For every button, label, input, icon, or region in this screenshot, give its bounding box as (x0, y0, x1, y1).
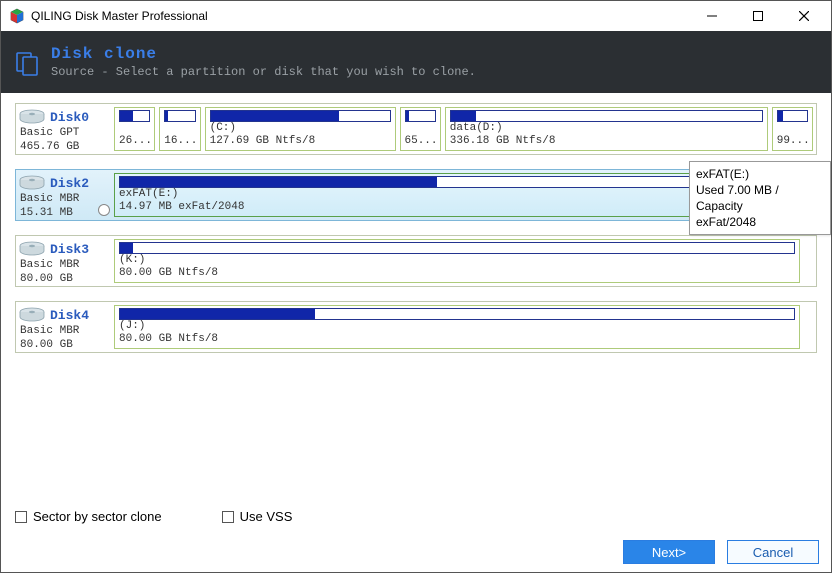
use-vss-label: Use VSS (240, 509, 293, 524)
partition-tooltip: exFAT(E:) Used 7.00 MB / Capacity exFat/… (689, 161, 831, 235)
use-vss-checkbox[interactable]: Use VSS (222, 509, 293, 524)
maximize-button[interactable] (735, 2, 781, 30)
disk-name: Disk3 (50, 242, 89, 257)
partition-label: (J:) (119, 320, 795, 333)
disk-list: Disk0Basic GPT465.76 GB 26... 16... (C:)127… (1, 93, 831, 493)
disk-row[interactable]: Disk4Basic MBR80.00 GB(J:)80.00 GB Ntfs/… (15, 301, 817, 353)
button-bar: Next> Cancel (623, 540, 819, 564)
next-button[interactable]: Next> (623, 540, 715, 564)
minimize-button[interactable] (689, 2, 735, 30)
page-subtitle: Source - Select a partition or disk that… (51, 65, 476, 79)
radio-icon[interactable] (98, 204, 110, 216)
disk-name: Disk2 (50, 176, 89, 191)
partition-strip: (J:)80.00 GB Ntfs/8 (108, 302, 816, 352)
partition[interactable]: 99... (772, 107, 813, 151)
usage-bar (777, 110, 808, 122)
disk-type: Basic MBR (18, 258, 108, 272)
usage-bar (450, 110, 763, 122)
disk-type: Basic MBR (18, 192, 108, 206)
usage-bar (119, 242, 795, 254)
cancel-button[interactable]: Cancel (727, 540, 819, 564)
partition[interactable]: (J:)80.00 GB Ntfs/8 (114, 305, 800, 349)
disk-info: Disk2Basic MBR15.31 MB (16, 170, 108, 220)
tooltip-line: exFAT(E:) (696, 166, 824, 182)
disk-type: Basic MBR (18, 324, 108, 338)
partition-detail: 80.00 GB Ntfs/8 (119, 267, 795, 280)
options-row: Sector by sector clone Use VSS (15, 509, 292, 524)
partition-strip: (K:)80.00 GB Ntfs/8 (108, 236, 816, 286)
partition-detail: 16... (164, 135, 195, 148)
partition[interactable]: (C:)127.69 GB Ntfs/8 (205, 107, 396, 151)
sector-clone-label: Sector by sector clone (33, 509, 162, 524)
partition-detail: 65... (405, 135, 436, 148)
disk-size: 465.76 GB (18, 140, 108, 154)
usage-bar (405, 110, 436, 122)
app-icon (9, 8, 25, 24)
partition[interactable]: 16... (159, 107, 200, 151)
app-title: QILING Disk Master Professional (31, 9, 689, 23)
disk-icon (18, 240, 46, 258)
partition-detail: 336.18 GB Ntfs/8 (450, 135, 763, 148)
sector-clone-checkbox[interactable]: Sector by sector clone (15, 509, 162, 524)
partition[interactable]: (K:)80.00 GB Ntfs/8 (114, 239, 800, 283)
disk-row[interactable]: Disk3Basic MBR80.00 GB(K:)80.00 GB Ntfs/… (15, 235, 817, 287)
partition-label: data(D:) (450, 122, 763, 135)
usage-bar (164, 110, 195, 122)
usage-bar (210, 110, 391, 122)
usage-bar (119, 308, 795, 320)
partition-label: (C:) (210, 122, 391, 135)
partition-detail: 80.00 GB Ntfs/8 (119, 333, 795, 346)
partition-detail: 26... (119, 135, 150, 148)
disk-icon (18, 174, 46, 192)
disk-info: Disk4Basic MBR80.00 GB (16, 302, 108, 352)
partition[interactable]: 26... (114, 107, 155, 151)
tooltip-line: exFat/2048 (696, 214, 824, 230)
titlebar: QILING Disk Master Professional (1, 1, 831, 31)
checkbox-icon (15, 511, 27, 523)
partition[interactable]: 65... (400, 107, 441, 151)
disk-icon (18, 306, 46, 324)
partition-label: (K:) (119, 254, 795, 267)
partition-detail: 99... (777, 135, 808, 148)
disk-size: 80.00 GB (18, 272, 108, 286)
usage-bar (119, 110, 150, 122)
disk-icon (18, 108, 46, 126)
disk-name: Disk0 (50, 110, 89, 125)
page-title: Disk clone (51, 45, 476, 63)
disk-row[interactable]: Disk0Basic GPT465.76 GB 26... 16... (C:)127… (15, 103, 817, 155)
disk-info: Disk3Basic MBR80.00 GB (16, 236, 108, 286)
disk-type: Basic GPT (18, 126, 108, 140)
partition[interactable]: data(D:)336.18 GB Ntfs/8 (445, 107, 768, 151)
partition-detail: 127.69 GB Ntfs/8 (210, 135, 391, 148)
disk-size: 80.00 GB (18, 338, 108, 352)
checkbox-icon (222, 511, 234, 523)
clone-icon (13, 49, 41, 77)
disk-info: Disk0Basic GPT465.76 GB (16, 104, 108, 154)
wizard-header: Disk clone Source - Select a partition o… (1, 31, 831, 93)
disk-name: Disk4 (50, 308, 89, 323)
partition-strip: 26... 16... (C:)127.69 GB Ntfs/8 65... data(… (108, 104, 816, 154)
close-button[interactable] (781, 2, 827, 30)
disk-size: 15.31 MB (18, 206, 108, 220)
tooltip-line: Used 7.00 MB / Capacity (696, 182, 824, 214)
